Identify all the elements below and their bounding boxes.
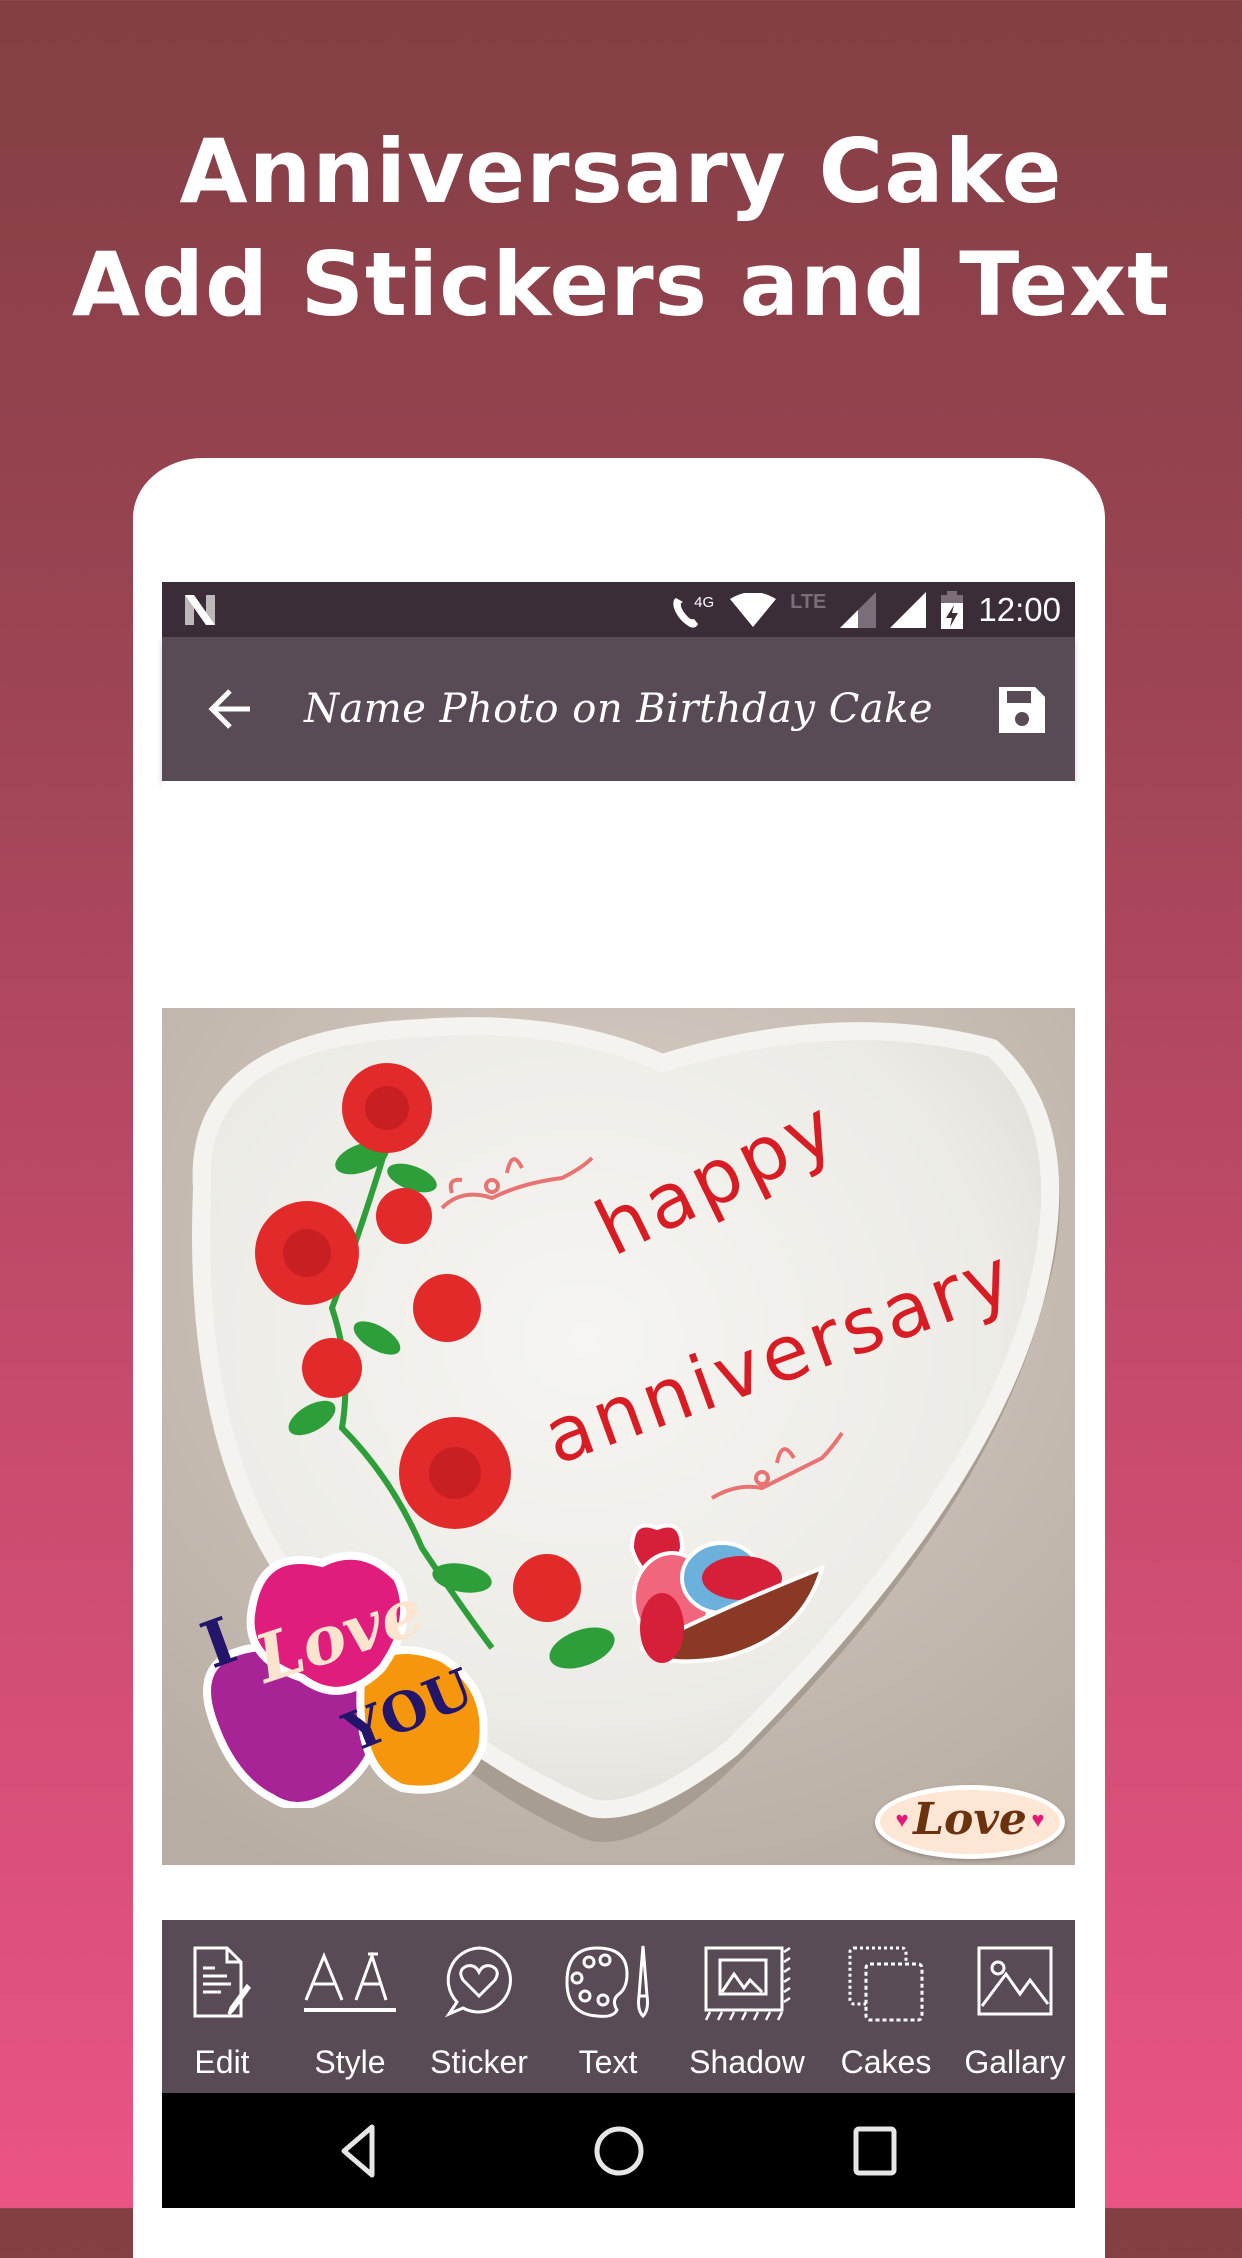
arrow-left-icon [208,689,250,729]
nav-home-icon [594,2126,644,2176]
floppy-disk-icon [999,687,1045,733]
battery-charging-icon [941,590,964,629]
love-badge-sticker[interactable]: ♥ Love ♥ [875,1785,1065,1859]
tool-shadow[interactable]: Shadow [683,1920,811,2093]
cake-photo-canvas[interactable]: happy anniversary I Love YOU ♥ Love ♥ [162,1008,1075,1865]
status-bar: 4G LTE 12:00 [162,582,1075,637]
tool-style[interactable]: Style [286,1920,414,2093]
layers-icon [848,1946,924,2022]
promo-headline-line2: Add Stickers and Text [71,233,1171,336]
tool-label: Edit [194,2044,250,2080]
wifi-icon [730,592,777,627]
notification-n-icon [185,595,215,625]
nav-recents-button[interactable] [845,2123,905,2179]
palette-brush-icon [565,1945,649,2019]
tool-label: Cakes [840,2044,932,2080]
app-title: Name Photo on Birthday Cake [303,686,934,732]
network-badge: 4G [694,593,715,611]
app-toolbar: Name Photo on Birthday Cake [162,637,1075,781]
tool-gallary[interactable]: Gallary [951,1920,1079,2093]
tool-label: Shadow [689,2044,805,2080]
promo-headline-line1: Anniversary Cake [179,120,1063,223]
navigation-bar [162,2093,1075,2208]
tool-text[interactable]: Text [544,1920,672,2093]
call-4g-icon: 4G [672,590,716,630]
lte-label: LTE [790,591,827,613]
heart-icon: ♥ [895,1807,909,1832]
nav-recents-icon [853,2126,897,2176]
status-time: 12:00 [978,590,1061,628]
document-edit-icon [193,1946,251,2018]
heart-icon: ♥ [1031,1807,1045,1832]
nav-back-icon [341,2124,375,2178]
i-love-you-sticker[interactable]: I Love YOU [192,1548,502,1808]
tool-label: Sticker [430,2044,528,2080]
tool-label: Text [578,2044,638,2080]
font-style-icon [304,1951,396,2012]
tool-cakes[interactable]: Cakes [822,1920,950,2093]
bottom-toolbar: Edit Style Sticker Text Shadow Cakes Gal… [162,1920,1075,2093]
nav-back-button[interactable] [332,2123,392,2179]
lte-signal-icon [840,591,877,628]
signal-icon [890,591,927,628]
back-button[interactable] [202,679,262,739]
love-badge-text: Love [913,1794,1027,1845]
nav-home-button[interactable] [589,2123,649,2179]
tool-label: Gallary [964,2044,1066,2080]
image-icon [977,1946,1053,2016]
save-button[interactable] [995,683,1049,737]
framed-picture-icon [704,1946,791,2021]
heart-bubble-icon [444,1946,512,2018]
tool-label: Style [314,2044,386,2080]
tool-edit[interactable]: Edit [158,1920,286,2093]
tool-sticker[interactable]: Sticker [415,1920,543,2093]
